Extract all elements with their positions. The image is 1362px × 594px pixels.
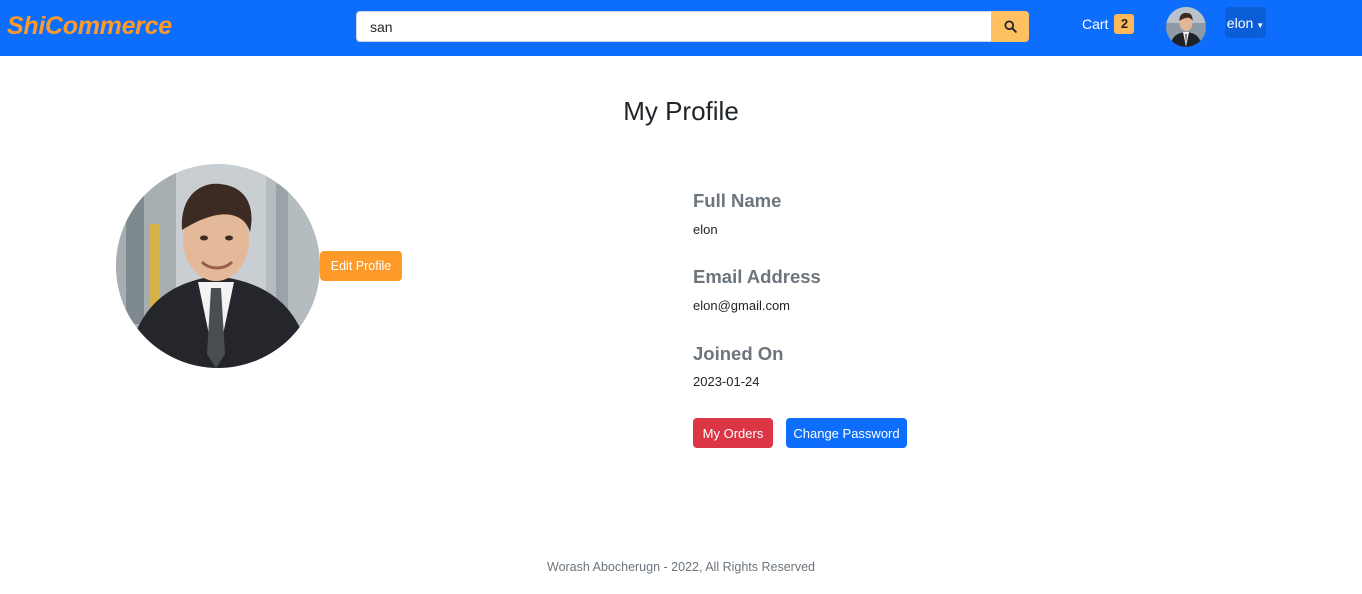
cart-count-badge: 2 (1114, 14, 1135, 34)
page-title: My Profile (623, 96, 739, 126)
navbar: ShiCommerce Cart 2 elon ▼ (0, 0, 1362, 56)
profile-photo (116, 164, 320, 368)
cart-link[interactable]: Cart 2 (1082, 14, 1135, 34)
brand-logo[interactable]: ShiCommerce (7, 12, 172, 41)
chevron-down-icon: ▼ (1256, 21, 1265, 30)
email-address-value: elon@gmail.com (693, 298, 791, 313)
footer-text: Worash Abocherugn - 2022, All Rights Res… (547, 560, 815, 574)
full-name-value: elon (693, 222, 718, 237)
joined-on-value: 2023-01-24 (693, 374, 760, 389)
avatar[interactable] (1166, 7, 1206, 47)
user-photo (1166, 7, 1206, 47)
user-menu-label: elon (1226, 14, 1254, 31)
search-icon (1003, 20, 1017, 33)
email-address-label: Email Address (693, 266, 821, 287)
cart-label: Cart (1082, 16, 1109, 32)
joined-on-label: Joined On (693, 343, 784, 364)
edit-profile-button[interactable]: Edit Profile (320, 251, 402, 281)
user-menu-dropdown[interactable]: elon ▼ (1225, 7, 1266, 38)
search-input[interactable] (356, 11, 992, 42)
profile-image (116, 164, 320, 368)
search-button[interactable] (991, 11, 1029, 42)
my-orders-button[interactable]: My Orders (693, 418, 773, 448)
full-name-label: Full Name (693, 190, 782, 211)
change-password-button[interactable]: Change Password (786, 418, 907, 448)
